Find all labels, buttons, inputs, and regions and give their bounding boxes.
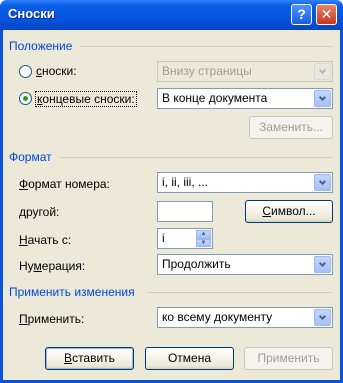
endnotes-location-value: В конце документа xyxy=(162,91,268,105)
dialog-body: Положение сноски: Внизу страницы концевы… xyxy=(3,30,340,380)
numbering-label: Нумерация: xyxy=(19,259,86,273)
window-title: Сноски xyxy=(8,6,55,21)
endnotes-location-select[interactable]: В конце документа xyxy=(157,88,333,109)
apply-button[interactable]: Применить xyxy=(244,347,333,370)
chevron-down-icon xyxy=(314,174,331,191)
footnotes-radio[interactable] xyxy=(19,65,32,78)
help-button[interactable]: ? xyxy=(291,4,312,25)
chevron-down-icon xyxy=(314,63,331,80)
chevron-down-icon xyxy=(314,90,331,107)
footnotes-location-select[interactable]: Внизу страницы xyxy=(157,61,333,82)
footnotes-dialog: Сноски ? ✕ Положение сноски: Внизу стран… xyxy=(0,0,343,383)
cancel-button[interactable]: Отмена xyxy=(145,347,234,370)
chevron-down-icon xyxy=(314,256,331,273)
spin-up-icon[interactable]: ▲ xyxy=(196,230,211,239)
format-section-title: Формат xyxy=(9,150,52,164)
number-format-label: Формат номера: xyxy=(19,177,110,191)
custom-mark-input[interactable] xyxy=(157,201,213,222)
format-divider xyxy=(59,157,332,158)
close-button[interactable]: ✕ xyxy=(316,4,337,25)
apply-to-select[interactable]: ко всему документу xyxy=(157,307,333,328)
start-at-label: Начать с: xyxy=(19,233,72,247)
start-at-spinner[interactable]: i ▲ ▼ xyxy=(157,228,213,249)
endnotes-radio[interactable] xyxy=(19,92,32,105)
footnotes-label: сноски: xyxy=(36,64,77,78)
replace-button[interactable]: Заменить... xyxy=(249,116,333,139)
apply-to-value: ко всему документу xyxy=(162,310,273,324)
position-section-title: Положение xyxy=(9,39,73,53)
spinner-arrows: ▲ ▼ xyxy=(196,230,211,247)
number-format-select[interactable]: i, ii, iii, ... xyxy=(157,172,333,193)
apply-changes-divider xyxy=(147,292,332,293)
spin-down-icon[interactable]: ▼ xyxy=(196,238,211,247)
chevron-down-icon xyxy=(314,309,331,326)
question-mark-icon: ? xyxy=(297,6,306,22)
insert-button[interactable]: Вставить xyxy=(45,347,134,370)
title-bar[interactable]: Сноски ? ✕ xyxy=(0,0,343,30)
numbering-value: Продолжить xyxy=(162,257,231,271)
start-at-value: i xyxy=(162,231,165,245)
close-icon: ✕ xyxy=(320,6,333,22)
endnotes-label: концевые сноски: xyxy=(35,91,137,107)
apply-to-label: Применить: xyxy=(19,312,85,326)
symbol-button[interactable]: Символ... xyxy=(245,200,333,223)
position-divider xyxy=(79,46,332,47)
numbering-select[interactable]: Продолжить xyxy=(157,254,333,275)
custom-mark-label: другой: xyxy=(19,205,60,219)
apply-changes-section-title: Применить изменения xyxy=(9,285,135,299)
number-format-value: i, ii, iii, ... xyxy=(162,175,209,189)
footnotes-location-value: Внизу страницы xyxy=(162,64,252,78)
